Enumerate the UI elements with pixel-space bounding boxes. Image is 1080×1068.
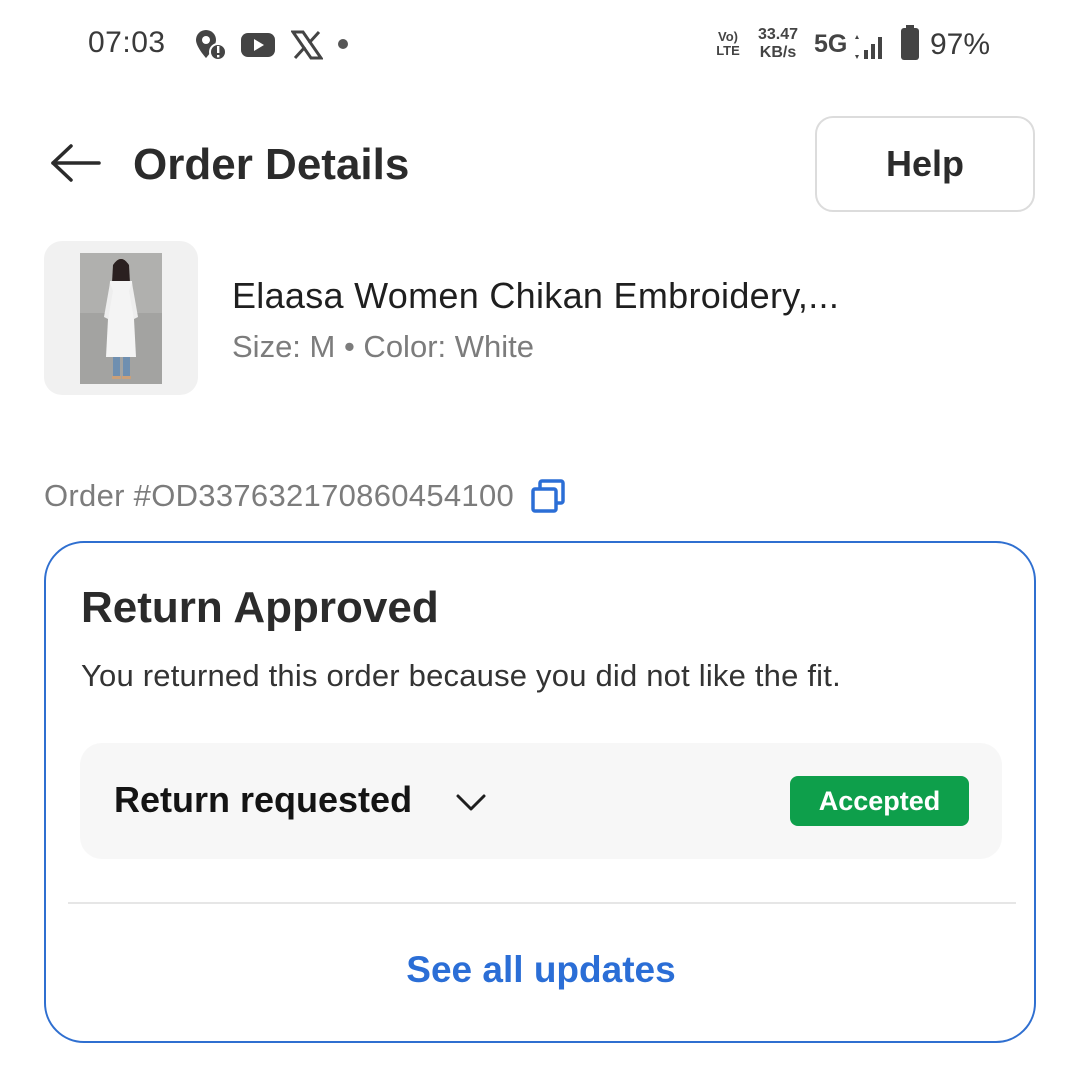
signal-icon bbox=[852, 30, 886, 64]
product-variant: Size: M • Color: White bbox=[232, 329, 534, 364]
status-badge: Accepted bbox=[790, 776, 969, 826]
chevron-down-icon bbox=[456, 794, 486, 811]
see-all-updates-link[interactable]: See all updates bbox=[46, 949, 1036, 991]
x-icon bbox=[291, 28, 323, 62]
more-notifications-dot-icon bbox=[338, 39, 348, 49]
help-button[interactable]: Help bbox=[815, 116, 1035, 212]
volte-label-top: Vo) bbox=[718, 29, 738, 44]
battery-icon bbox=[900, 25, 920, 60]
network-speed-unit: KB/s bbox=[759, 44, 797, 61]
volte-indicator: Vo) LTE bbox=[713, 30, 743, 58]
status-time: 07:03 bbox=[88, 26, 166, 59]
app-header: Order Details Help bbox=[0, 110, 1080, 220]
network-speed-value: 33.47 bbox=[757, 26, 799, 43]
location-alert-icon bbox=[192, 28, 228, 62]
return-reason-text: You returned this order because you did … bbox=[81, 658, 841, 693]
product-image bbox=[80, 253, 162, 384]
product-summary[interactable]: Elaasa Women Chikan Embroidery,... Size:… bbox=[44, 241, 1034, 401]
battery-percent: 97% bbox=[930, 28, 991, 61]
youtube-icon bbox=[240, 28, 276, 62]
return-requested-row[interactable]: Return requested Accepted bbox=[80, 743, 1002, 859]
network-speed: 33.47 KB/s bbox=[750, 26, 806, 62]
return-requested-label: Return requested bbox=[114, 779, 413, 820]
return-status-card: Return Approved You returned this order … bbox=[44, 541, 1036, 1043]
arrow-left-icon bbox=[51, 144, 101, 182]
cell-type: 5G bbox=[814, 30, 848, 58]
divider bbox=[68, 902, 1016, 904]
copy-icon[interactable] bbox=[530, 478, 566, 514]
back-button[interactable] bbox=[46, 138, 106, 188]
status-bar: 07:03 Vo) LTE 33.47 KB/s 5G 97% bbox=[0, 0, 1080, 90]
page-title: Order Details bbox=[133, 140, 410, 189]
volte-label-bottom: LTE bbox=[716, 43, 740, 58]
return-status-title: Return Approved bbox=[81, 583, 439, 632]
product-thumbnail-frame bbox=[44, 241, 198, 395]
order-id-row: Order #OD337632170860454100 bbox=[44, 476, 566, 516]
product-name: Elaasa Women Chikan Embroidery,... bbox=[232, 275, 840, 316]
order-id: Order #OD337632170860454100 bbox=[44, 478, 515, 513]
